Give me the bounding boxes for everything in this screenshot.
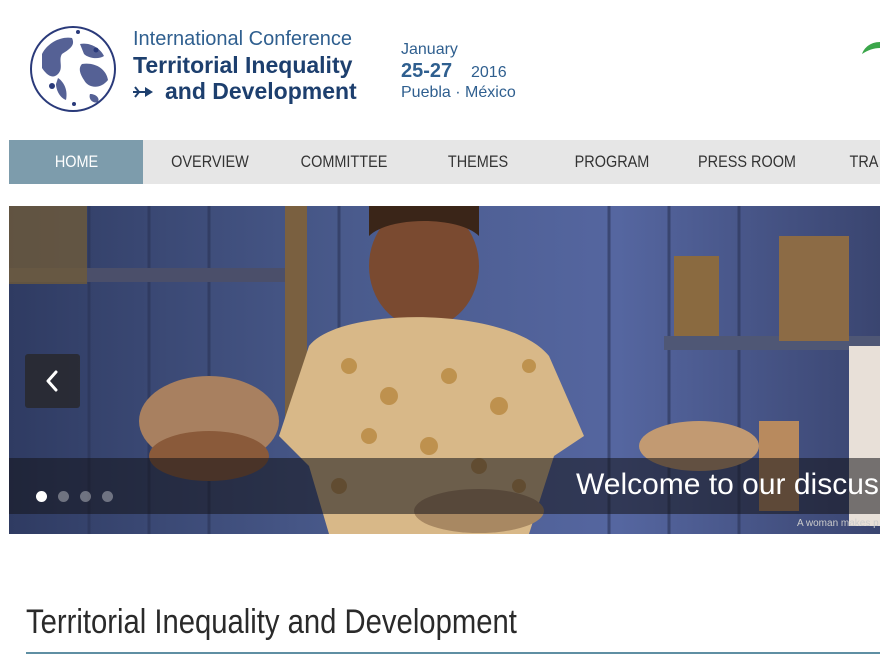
conference-subtitle: International Conference (133, 28, 353, 50)
photo-credit: A woman makes p (797, 518, 879, 529)
arrow-ornament-icon (133, 86, 153, 98)
nav-item-home[interactable]: HOME (9, 140, 143, 184)
leaf-icon (862, 42, 880, 54)
slide-caption: Welcome to our discus (576, 468, 879, 501)
slider-dot-1[interactable] (36, 491, 47, 502)
site-header: International Conference Territorial Ine… (0, 0, 880, 138)
slider-dot-2[interactable] (58, 491, 69, 502)
slider-prev-button[interactable] (25, 354, 80, 408)
nav-item-overview[interactable]: OVERVIEW (153, 140, 267, 184)
date-month: January (401, 41, 458, 58)
nav-item-themes[interactable]: THEMES (421, 140, 535, 184)
globe-logo-icon[interactable] (28, 24, 118, 114)
date-days: 25-27 (401, 60, 453, 82)
nav-item-truncated[interactable]: TRA (850, 140, 880, 184)
nav-item-press-room[interactable]: PRESS ROOM (689, 140, 805, 184)
page-title: Territorial Inequality and Development (26, 603, 517, 641)
nav-item-home-label: HOME (54, 152, 98, 171)
slider-dot-3[interactable] (80, 491, 91, 502)
nav-item-program[interactable]: PROGRAM (555, 140, 669, 184)
date-place: Puebla · México (401, 84, 516, 101)
conference-title-line1: Territorial Inequality (133, 52, 353, 78)
date-year: 2016 (471, 64, 507, 81)
slider-dot-4[interactable] (102, 491, 113, 502)
title-divider (26, 652, 880, 654)
main-nav: HOME OVERVIEW COMMITTEE THEMES PROGRAM P… (9, 140, 880, 184)
chevron-left-icon (46, 370, 58, 392)
nav-item-committee[interactable]: COMMITTEE (287, 140, 401, 184)
conference-title-line2: and Development (165, 78, 357, 104)
